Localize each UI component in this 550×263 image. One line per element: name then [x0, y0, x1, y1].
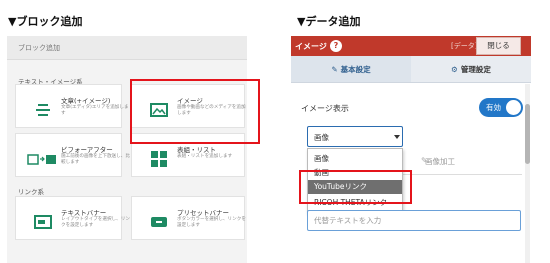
panel-header: イメージ ? [データ] 閉じる [291, 36, 531, 56]
settings-tabs: ✎ 基本設定 ⚙ 管理設定 [291, 56, 531, 83]
block-card-title: 表組・リスト [177, 146, 216, 154]
gear-icon: ⚙ [451, 64, 458, 74]
edit-icon: ✎ [331, 64, 338, 74]
scrollbar[interactable] [525, 84, 530, 263]
dropdown-option[interactable]: 画像 [308, 152, 402, 166]
image-type-dropdown: 画像 動画 YouTubeリンク RICOH THETAリンク [307, 148, 403, 213]
text-banner-icon [32, 211, 54, 233]
image-type-select[interactable]: 画像 [307, 126, 403, 147]
block-card-desc: レイアウトタイプを選択し、リンクを設定します [61, 217, 130, 228]
block-card-image[interactable]: イメージ 画像や動画などのメディアを追加します [131, 84, 246, 128]
block-card-desc: 施工前後の画像を上下放送し、比較します [61, 154, 130, 165]
dropdown-option[interactable]: 動画 [308, 166, 402, 180]
scroll-thumb[interactable] [525, 104, 530, 164]
image-icon [148, 99, 170, 121]
block-add-title: ブロック追加 [18, 44, 60, 52]
block-card-title: テキストバナー [61, 209, 107, 217]
data-add-panel: イメージ ? [データ] 閉じる ✎ 基本設定 ⚙ 管理設定 イメージ表示 有効… [291, 36, 531, 263]
block-card-desc: ボタンカラーを選択し、リンクを設定します [177, 217, 246, 228]
block-card-before-after[interactable]: ビフォーアフター 施工前後の画像を上下放送し、比較します [15, 133, 130, 177]
text-lines-icon [32, 99, 54, 121]
block-add-top-bar: ブロック追加 [7, 36, 247, 60]
block-card-title: 文章(+イメージ) [61, 97, 111, 105]
tab-label: 管理設定 [460, 64, 491, 74]
dropdown-option-selected[interactable]: YouTubeリンク [308, 180, 402, 194]
preset-banner-icon [148, 211, 170, 233]
block-card-desc: 画像や動画などのメディアを追加します [177, 105, 246, 116]
block-card-preset-banner[interactable]: プリセットバナー ボタンカラーを選択し、リンクを設定します [131, 196, 246, 240]
image-display-toggle[interactable]: 有効 [479, 98, 523, 117]
block-card-table[interactable]: 表組・リスト 表組・リストを追加します [131, 133, 245, 177]
block-card-text-banner[interactable]: テキストバナー レイアウトタイプを選択し、リンクを設定します [15, 196, 130, 240]
data-tag: [データ] [451, 42, 478, 50]
tab-basic-settings[interactable]: ✎ 基本設定 [291, 56, 411, 82]
chevron-down-icon [394, 135, 400, 139]
block-card-title: ビフォーアフター [61, 146, 113, 154]
toggle-label: 有効 [486, 103, 501, 112]
block-card-text[interactable]: 文章(+イメージ) 文章(エディタ)エリアを追加します [15, 84, 129, 128]
tab-label: 基本設定 [340, 64, 371, 74]
panel-title: イメージ [295, 42, 327, 51]
block-card-title: イメージ [177, 97, 203, 105]
data-add-heading: ▼データ追加 [297, 15, 361, 28]
alt-text-field[interactable] [307, 210, 521, 231]
block-card-desc: 文章(エディタ)エリアを追加します [61, 105, 129, 116]
section-label-link: リンク系 [18, 188, 44, 196]
block-card-title: プリセットバナー [177, 209, 229, 217]
close-button[interactable]: 閉じる [476, 37, 521, 55]
image-edit-tab[interactable]: 画像加工 [425, 156, 455, 167]
tab-admin-settings[interactable]: ⚙ 管理設定 [411, 56, 531, 82]
dropdown-option[interactable]: RICOH THETAリンク [308, 196, 402, 210]
block-add-panel: ブロック追加 テキスト・イメージ系 文章(+イメージ) 文章(エディタ)エリアを… [7, 36, 247, 263]
block-add-heading: ▼ブロック追加 [8, 15, 83, 28]
block-card-desc: 表組・リストを追加します [177, 154, 233, 159]
table-icon [148, 148, 170, 170]
before-after-icon [26, 148, 58, 170]
image-display-label: イメージ表示 [301, 104, 349, 113]
divider [401, 174, 522, 175]
help-icon[interactable]: ? [330, 40, 342, 52]
alt-text-input[interactable] [308, 211, 520, 230]
select-value: 画像 [314, 133, 329, 142]
toggle-knob [506, 100, 521, 115]
